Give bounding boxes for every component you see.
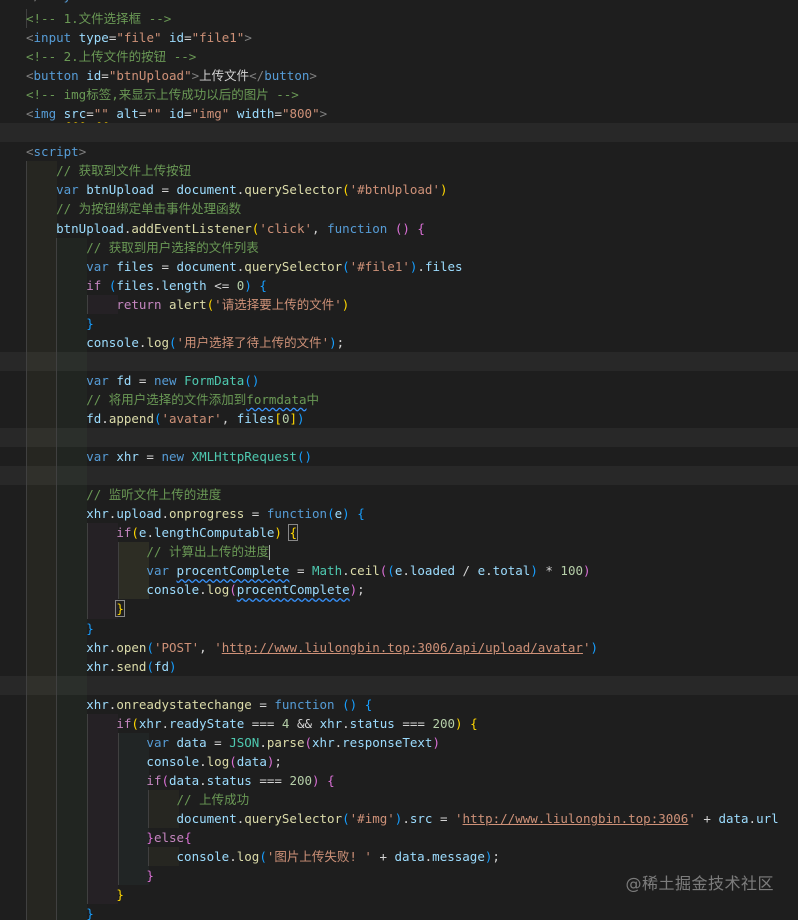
code-line: btnUpload.addEventListener('click', func… [0,218,798,238]
code-line [0,675,798,695]
code-line: <input type="file" id="file1"> [26,30,252,46]
code-line: } [0,599,798,619]
comment-text: <!-- 2.上传文件的按钮 --> [26,49,197,65]
code-line: <button id="btnUpload">上传文件</button> [26,68,317,84]
code-line: // 计算出上传的进度 [0,542,798,562]
code-line: <img src="" alt="" id="img" width="800"> [26,106,328,122]
comment-text: <!-- img标签,来显示上传成功以后的图片 --> [26,87,299,103]
watermark-text: @稀土掘金技术社区 [625,874,774,893]
code-line: xhr.upload.onprogress = function(e) { [0,504,798,524]
code-line: xhr.onreadystatechange = function () { [0,694,798,714]
code-line: // 为按钮绑定单击事件处理函数 [0,199,798,219]
comment-text: <!-- 1.文件选择框 --> [26,11,172,26]
code-line: console.log(data); [0,751,798,771]
comment-text: // 获取到文件上传按钮 [26,163,192,179]
code-line: } [0,904,798,920]
code-line: <!-- 1.文件选择框 --> [0,9,798,29]
code-line: } [0,618,798,638]
code-line: var data = JSON.parse(xhr.responseText) [0,732,798,752]
code-line: return alert('请选择要上传的文件') [0,294,798,314]
comment-text: // 监听文件上传的进度 [26,487,222,503]
code-line: xhr.open('POST', 'http://www.liulongbin.… [0,637,798,657]
code-line: console.log('图片上传失败! ' + data.message); [0,847,798,867]
code-line: var fd = new FormData() [0,370,798,390]
code-line: document.querySelector('#img').src = 'ht… [0,808,798,829]
code-line: if(data.status === 200) { [0,770,798,790]
code-line: var procentComplete = Math.ceil((e.loade… [0,561,798,581]
code-line: // 获取到用户选择的文件列表 [0,237,798,257]
code-line: // 监听文件上传的进度 [0,485,798,505]
code-line: var btnUpload = document.querySelector('… [0,180,798,200]
code-line: xhr.send(fd) [0,656,798,676]
code-editor[interactable]: </body> <!-- 1.文件选择框 --> <input type="fi… [0,0,798,920]
code-line: var xhr = new XMLHttpRequest() [0,447,798,467]
code-line: // 获取到文件上传按钮 [0,161,798,181]
code-line: <!-- 2.上传文件的按钮 --> [0,47,798,66]
code-line: </body> [0,0,798,9]
code-line [0,351,798,371]
code-line: fd.append('avatar', files[0]) [0,408,798,429]
code-line: // 将用户选择的文件添加到formdata中 [0,389,798,409]
code-line: console.log(procentComplete); [0,580,798,600]
comment-text: // 获取到用户选择的文件列表 [26,239,259,255]
code-line [0,428,798,448]
code-line: <script> [26,144,87,160]
code-line: if(e.lengthComputable) { [0,523,798,543]
text-cursor [269,545,270,561]
comment-text: // 为按钮绑定单击事件处理函数 [26,201,242,217]
comment-text: // 上传成功 [26,791,250,807]
code-line: if (files.length <= 0) { [0,275,798,295]
code-line: var files = document.querySelector('#fil… [0,256,798,276]
code-line: } [0,313,798,333]
code-line: }else{ [0,828,798,848]
code-line: <!-- img标签,来显示上传成功以后的图片 --> [0,85,798,104]
code-line: console.log('用户选择了待上传的文件'); [0,332,798,352]
code-line: // 上传成功 [0,789,798,809]
code-line [0,466,798,486]
code-line [0,123,798,143]
code-line: if(xhr.readyState === 4 && xhr.status ==… [0,713,798,733]
